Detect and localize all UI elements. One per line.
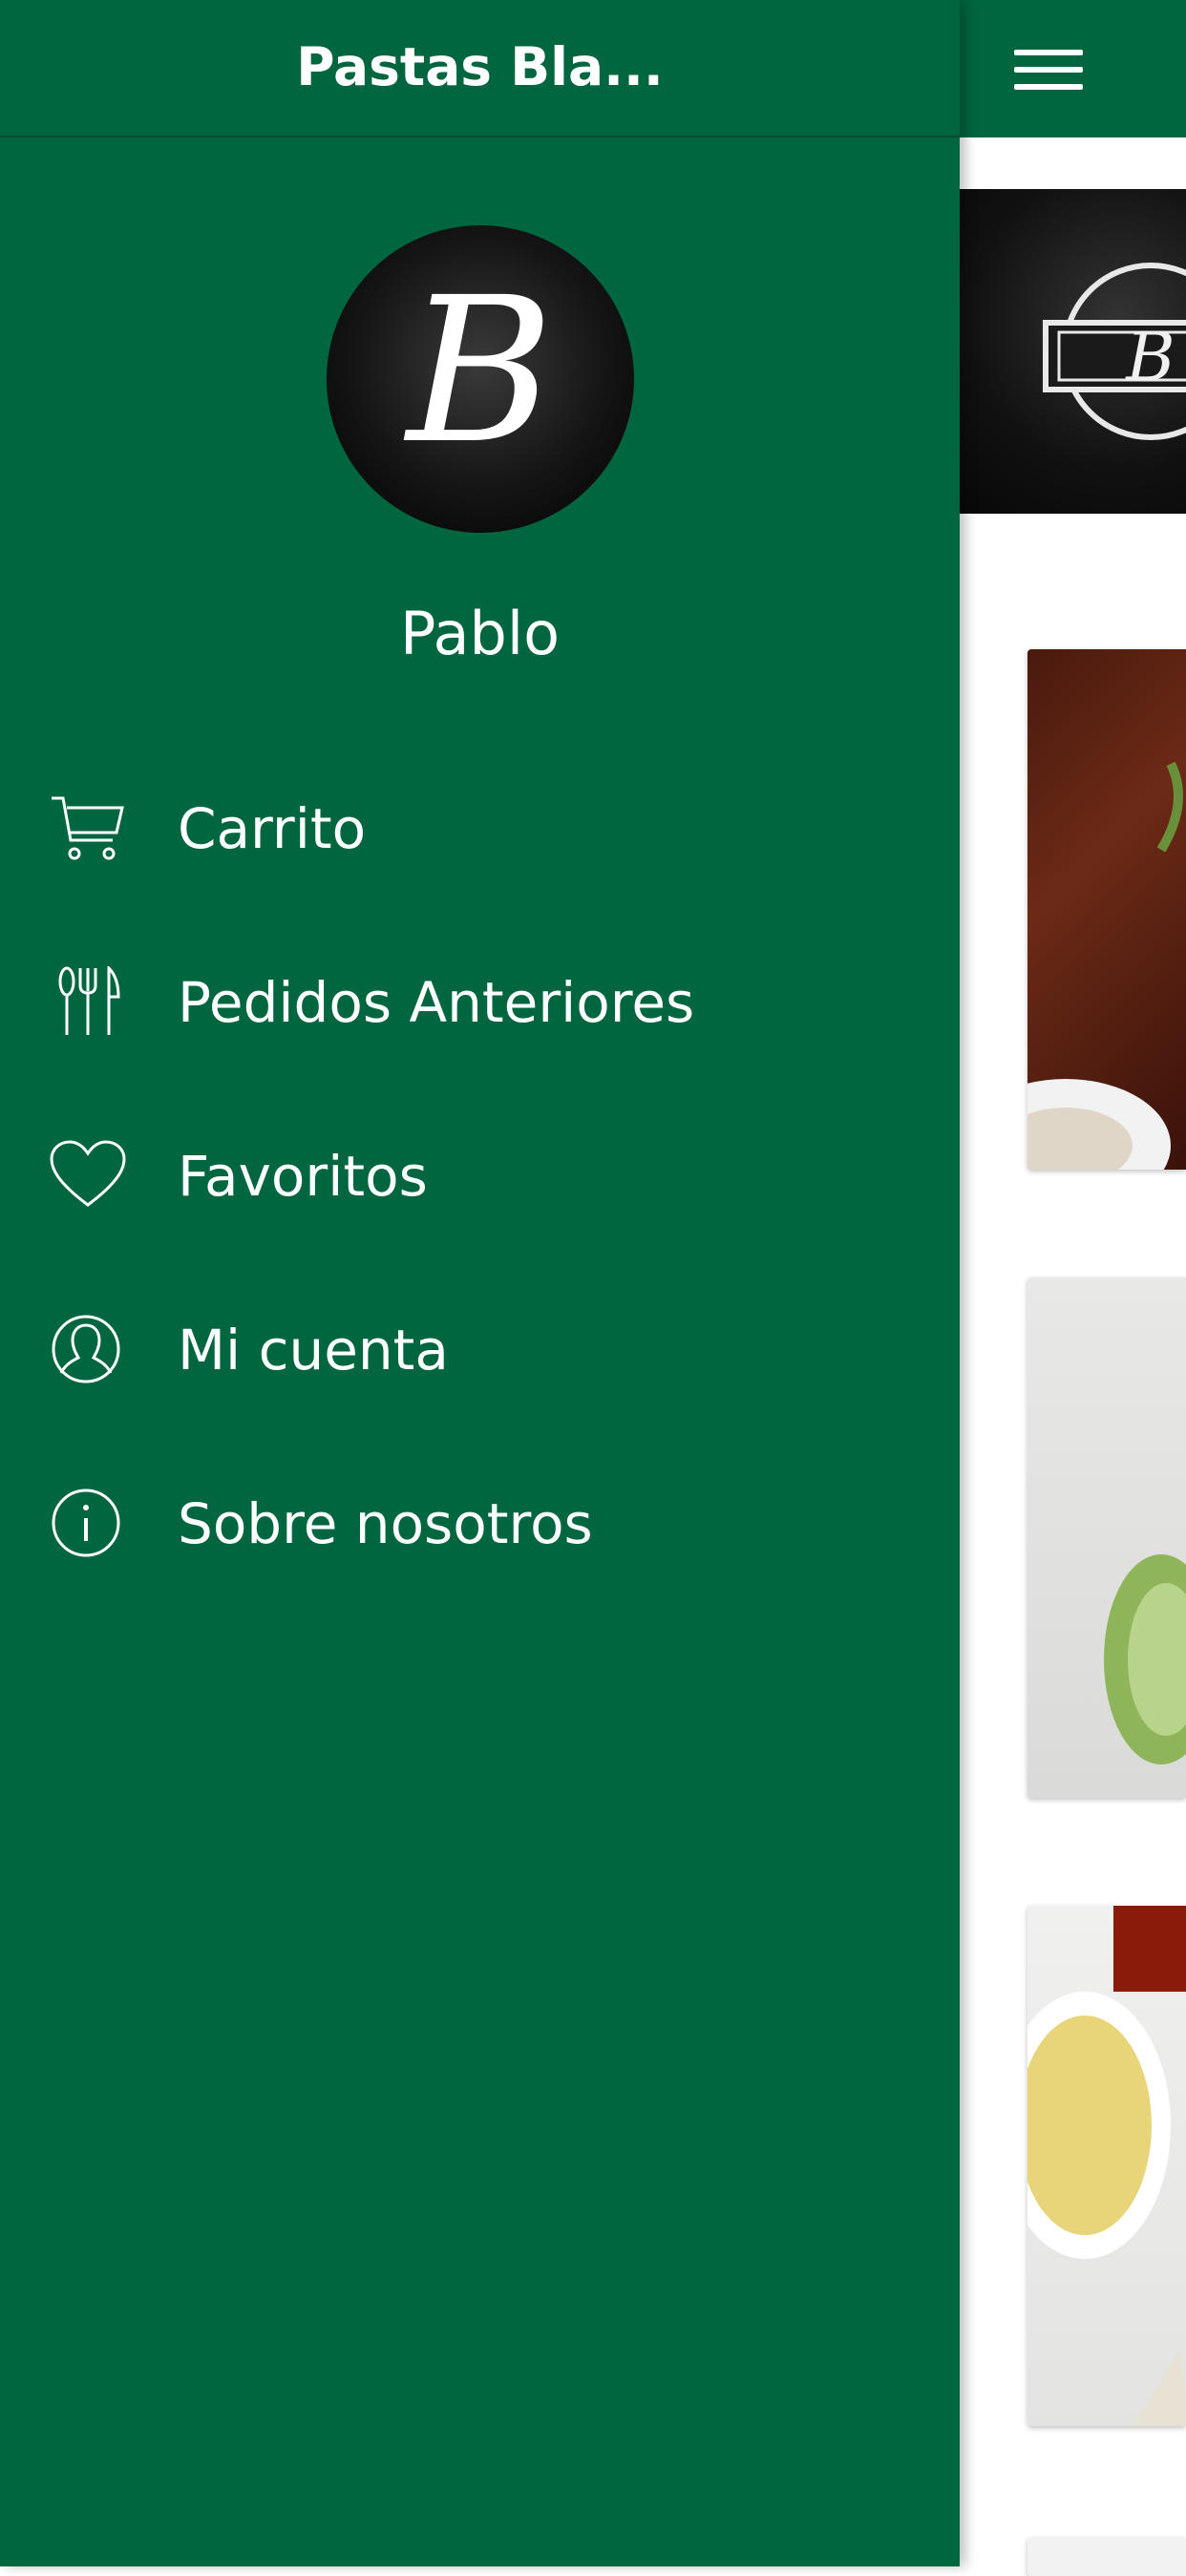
menu-item-label: Mi cuenta: [178, 1318, 449, 1383]
avatar: B: [327, 225, 634, 533]
menu-item-carrito[interactable]: Carrito: [0, 758, 960, 882]
hamburger-icon: [1014, 50, 1083, 55]
drawer-header: Pastas Bla...: [0, 0, 960, 137]
menu-item-sobre-nosotros[interactable]: Sobre nosotros: [0, 1453, 960, 1577]
info-icon: [52, 1489, 120, 1557]
menu-button[interactable]: [1014, 42, 1083, 95]
heart-icon: [50, 1140, 126, 1207]
brand-banner: B: [960, 189, 1186, 514]
user-name: Pablo: [399, 599, 561, 668]
user-icon: [52, 1315, 120, 1383]
brand-logo-emblem: B: [1043, 263, 1186, 440]
navigation-drawer: Pastas Bla... B Pablo Carrito Pedidos An…: [0, 0, 960, 2566]
brand-logo: B: [403, 254, 554, 488]
product-image: [1027, 1906, 1186, 2426]
product-card[interactable]: [1027, 1277, 1186, 1798]
menu-item-label: Favoritos: [178, 1144, 428, 1209]
menu-item-label: Carrito: [178, 796, 367, 861]
menu-item-label: Pedidos Anteriores: [178, 970, 695, 1035]
menu-item-mi-cuenta[interactable]: Mi cuenta: [0, 1279, 960, 1404]
menu-item-favoritos[interactable]: Favoritos: [0, 1106, 960, 1230]
menu-item-label: Sobre nosotros: [178, 1491, 593, 1556]
product-image: [1027, 761, 1183, 1170]
product-card[interactable]: [1027, 649, 1186, 1170]
product-image: [1104, 1554, 1186, 1764]
cart-icon: [52, 796, 124, 860]
product-card[interactable]: [1027, 2538, 1186, 2576]
banner-logo-letter: B: [1124, 318, 1175, 396]
avatar-monogram: B: [403, 254, 554, 488]
menu-item-pedidos-anteriores[interactable]: Pedidos Anteriores: [0, 932, 960, 1056]
utensils-icon: [58, 966, 120, 1035]
app-title: Pastas Bla...: [296, 36, 664, 97]
product-card[interactable]: [1027, 1906, 1186, 2426]
